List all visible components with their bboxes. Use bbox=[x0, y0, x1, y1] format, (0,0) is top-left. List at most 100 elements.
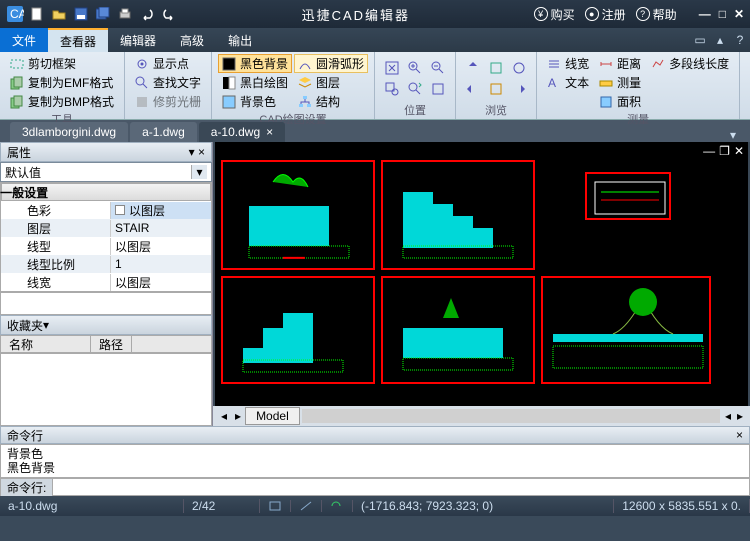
copy-emf-button[interactable]: 复制为EMF格式 bbox=[6, 73, 118, 92]
fav-menu-icon[interactable]: ▾ bbox=[43, 318, 49, 332]
cmd-close-icon[interactable]: × bbox=[736, 428, 743, 442]
prop-lwidth-k: 线宽 bbox=[1, 274, 111, 291]
group-browse-label: 浏览 bbox=[462, 102, 530, 119]
canvas-min-icon[interactable]: — bbox=[703, 144, 715, 158]
panel-menu-icon[interactable]: ▾ bbox=[189, 145, 195, 159]
prop-lscale-k: 线型比例 bbox=[1, 256, 111, 273]
status-pos: 2/42 bbox=[184, 499, 260, 513]
canvas-max-icon[interactable]: ❐ bbox=[719, 144, 730, 158]
ribbon: 剪切框架 复制为EMF格式 复制为BMP格式 工具 显示点 查找文字 修剪光栅 … bbox=[0, 52, 750, 120]
drawing-canvas[interactable]: — ❐ ✕ ━━━ bbox=[215, 142, 748, 406]
new-icon[interactable] bbox=[28, 5, 46, 23]
distance-button[interactable]: 距离 bbox=[595, 54, 645, 73]
nav-2[interactable] bbox=[485, 58, 507, 78]
save-icon[interactable] bbox=[72, 5, 90, 23]
copy-bmp-button[interactable]: 复制为BMP格式 bbox=[6, 92, 118, 111]
zoom-window-button[interactable] bbox=[381, 79, 403, 99]
modeltab-next[interactable]: ▸ bbox=[231, 409, 245, 423]
filetab-dropdown[interactable]: ▾ bbox=[726, 128, 740, 142]
zoom-fit-button[interactable] bbox=[427, 79, 449, 99]
zoom-prev-button[interactable] bbox=[404, 79, 426, 99]
filetab-3[interactable]: a-10.dwg× bbox=[199, 122, 285, 142]
maximize-button[interactable]: □ bbox=[719, 7, 726, 21]
default-combo[interactable]: 默认值▾ bbox=[0, 162, 212, 182]
prop-layer-k: 图层 bbox=[1, 220, 111, 237]
polyline-len-button[interactable]: 多段线长度 bbox=[647, 54, 733, 73]
nav-6[interactable] bbox=[508, 79, 530, 99]
prop-layer-v[interactable]: STAIR bbox=[111, 221, 211, 235]
nav-4[interactable] bbox=[462, 79, 484, 99]
print-icon[interactable] bbox=[116, 5, 134, 23]
prop-ltype-v[interactable]: 以图层 bbox=[111, 238, 211, 255]
prop-lscale-v[interactable]: 1 bbox=[111, 257, 211, 271]
register-link[interactable]: ●注册 bbox=[585, 6, 626, 23]
canvas-close-icon[interactable]: ✕ bbox=[734, 144, 744, 158]
fav-col-name[interactable]: 名称 bbox=[1, 336, 91, 352]
close-button[interactable]: ✕ bbox=[734, 7, 744, 21]
zoom-extents-button[interactable] bbox=[381, 58, 403, 78]
svg-text:━━━: ━━━ bbox=[282, 251, 305, 265]
tab-viewer[interactable]: 查看器 bbox=[48, 28, 108, 52]
black-bg-button[interactable]: 黑色背景 bbox=[218, 54, 292, 73]
bg-color-button[interactable]: 背景色 bbox=[218, 92, 292, 111]
trim-raster-button[interactable]: 修剪光栅 bbox=[131, 92, 205, 111]
zoom-out-button[interactable] bbox=[427, 58, 449, 78]
zoom-in-button[interactable] bbox=[404, 58, 426, 78]
tab-file[interactable]: 文件 bbox=[0, 28, 48, 52]
show-point-button[interactable]: 显示点 bbox=[131, 54, 205, 73]
hscrollbar[interactable] bbox=[302, 409, 720, 423]
redo-icon[interactable] bbox=[160, 5, 178, 23]
bw-draw-button[interactable]: 黑白绘图 bbox=[218, 73, 292, 92]
layers-button[interactable]: 图层 bbox=[294, 73, 368, 92]
filetab-2[interactable]: a-1.dwg bbox=[130, 122, 197, 142]
scroll-left[interactable]: ◂ bbox=[722, 409, 734, 423]
properties-title: 属性 bbox=[7, 144, 31, 161]
fav-col-path[interactable]: 路径 bbox=[91, 336, 132, 352]
nav-1[interactable] bbox=[462, 58, 484, 78]
nav-5[interactable] bbox=[485, 79, 507, 99]
status-coords: (-1716.843; 7923.323; 0) bbox=[353, 499, 614, 513]
properties-panel: 属性▾ × 默认值▾ ⊟ 一般设置 色彩以图层 图层STAIR 线型以图层 线型… bbox=[0, 142, 213, 426]
tab-editor[interactable]: 编辑器 bbox=[108, 28, 168, 52]
prop-color-k: 色彩 bbox=[1, 202, 111, 219]
undo-icon[interactable] bbox=[138, 5, 156, 23]
collapse-icon[interactable]: ▴ bbox=[710, 28, 730, 52]
find-text-button[interactable]: 查找文字 bbox=[131, 73, 205, 92]
cmd-input[interactable] bbox=[53, 479, 749, 495]
linewidth-button[interactable]: 线宽 bbox=[543, 54, 593, 73]
window-icon[interactable]: ▭ bbox=[690, 28, 710, 52]
tab-output[interactable]: 输出 bbox=[216, 28, 264, 52]
measure-button[interactable]: 测量 bbox=[595, 73, 645, 92]
area-button[interactable]: 面积 bbox=[595, 92, 645, 111]
close-tab-icon[interactable]: × bbox=[266, 125, 273, 139]
svg-text:CAD: CAD bbox=[10, 7, 24, 21]
prop-ltype-k: 线型 bbox=[1, 238, 111, 255]
panel-close-icon[interactable]: × bbox=[198, 145, 205, 159]
text-button[interactable]: A文本 bbox=[543, 73, 593, 92]
status-toggle2[interactable] bbox=[291, 500, 322, 512]
nav-3[interactable] bbox=[508, 58, 530, 78]
group-pos-label: 位置 bbox=[381, 102, 449, 119]
smooth-arc-button[interactable]: 圆滑弧形 bbox=[294, 54, 368, 73]
structure-button[interactable]: 结构 bbox=[294, 92, 368, 111]
titlebar: CAD 迅捷CAD编辑器 ¥购买 ●注册 ?帮助 — □ ✕ bbox=[0, 0, 750, 28]
prop-color-v[interactable]: 以图层 bbox=[111, 202, 211, 219]
filetab-1[interactable]: 3dlamborgini.dwg bbox=[10, 122, 128, 142]
cut-frame-button[interactable]: 剪切框架 bbox=[6, 54, 118, 73]
minimize-button[interactable]: — bbox=[699, 7, 711, 21]
scroll-right[interactable]: ▸ bbox=[734, 409, 746, 423]
buy-link[interactable]: ¥购买 bbox=[534, 6, 575, 23]
help-link[interactable]: ?帮助 bbox=[636, 6, 677, 23]
prop-lwidth-v[interactable]: 以图层 bbox=[111, 274, 211, 291]
tab-advanced[interactable]: 高级 bbox=[168, 28, 216, 52]
app-icon: CAD bbox=[6, 5, 24, 23]
status-toggle3[interactable] bbox=[322, 500, 353, 512]
modeltab-prev[interactable]: ◂ bbox=[217, 409, 231, 423]
section-general: 一般设置 bbox=[0, 184, 48, 201]
statusbar: a-10.dwg 2/42 (-1716.843; 7923.323; 0) 1… bbox=[0, 496, 750, 516]
help-icon[interactable]: ? bbox=[730, 28, 750, 52]
open-icon[interactable] bbox=[50, 5, 68, 23]
status-toggle1[interactable] bbox=[260, 500, 291, 512]
model-tab[interactable]: Model bbox=[245, 407, 300, 425]
saveall-icon[interactable] bbox=[94, 5, 112, 23]
